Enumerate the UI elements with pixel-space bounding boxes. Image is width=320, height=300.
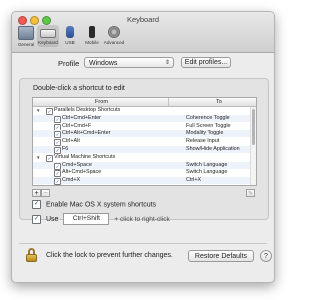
row-from: Alt+Cmd+Space [62,169,102,176]
row-from: F6 [62,146,69,152]
select-arrows-icon: ⇕ [164,60,170,66]
edit-profiles-button[interactable]: Edit profiles... [181,57,231,68]
toolbar-label: Advanced [103,40,125,45]
profile-select[interactable]: Windows ⇕ [84,57,174,68]
table-row[interactable]: ✓ Cmd+X Ctrl+X [33,177,251,185]
table-row[interactable]: ✓ Alt+Cmd+Space Switch Language [33,169,251,178]
disclosure-triangle-icon[interactable]: ▼ [36,154,40,161]
use-shortcut-row: ✓ Use Ctrl+Shift + click to right-click [32,213,170,225]
disclosure-triangle-icon[interactable]: ▼ [36,107,40,114]
pencil-icon[interactable]: ✎ [246,189,255,197]
use-shortcut-checkbox[interactable]: ✓ [32,214,41,224]
shortcuts-instructions: Double-click a shortcut to edit [33,85,125,92]
toolbar-item-advanced[interactable]: Advanced [103,25,125,47]
column-header-from[interactable]: From [95,98,108,106]
row-from: Virtual Machine Shortcuts [54,153,116,160]
toolbar-label: General [17,42,35,47]
table-row[interactable]: ✓ Ctrl+Alt Release Input [33,138,251,147]
row-to: Release Input [186,138,220,145]
toolbar-item-general[interactable]: General [15,25,37,47]
row-from: Parallels Desktop Shortcuts [54,107,121,113]
row-from: Cmd+Space [62,161,92,168]
table-row[interactable]: ✓ F6 Show/Hide Application [33,146,251,154]
row-to: Show/Hide Application [186,146,240,152]
profile-row: Profile Windows ⇕ [12,57,274,71]
window-title: Keyboard [126,15,160,24]
row-from: Ctrl+Alt+Cmd+Enter [62,130,111,137]
table-group-row[interactable]: ▼ ✓ Virtual Machine Shortcuts [33,153,251,162]
row-from: Ctrl+Cmd+F [62,122,92,129]
toolbar-label: Mobile [85,40,99,45]
add-shortcut-button[interactable]: + [32,189,41,197]
keyboard-preferences-window: Keyboard General Keyboard USB Mobile Adv… [11,11,275,283]
right-click-hint: + click to right-click [114,215,170,223]
remove-shortcut-button[interactable]: − [41,189,50,197]
table-group-row[interactable]: ▼ ✓ Parallels Desktop Shortcuts [33,107,251,115]
row-to: Switch Language [186,169,228,176]
toolbar-item-mobile[interactable]: Mobile [81,25,103,47]
toolbar-label: USB [65,40,75,45]
row-to: Switch Language [186,161,228,168]
usb-icon [66,26,74,38]
row-to: Ctrl+X [186,177,202,184]
shortcuts-table: From To ▼ ✓ Parallels Desktop Shortcuts ✓ Ct… [32,97,257,186]
table-scrollbar[interactable] [250,107,256,185]
row-from: Ctrl+Alt [62,138,80,145]
scrollbar-thumb[interactable] [252,109,255,145]
toolbar-item-usb[interactable]: USB [59,25,81,47]
row-to: Modality Toggle [186,130,224,137]
table-row[interactable]: ✓ Ctrl+Cmd+Enter Coherence Toggle [33,114,251,123]
row-to: Coherence Toggle [186,114,230,121]
toolbar-label: Keyboard [38,40,58,45]
help-button[interactable]: ? [260,250,272,262]
profile-label: Profile [58,59,80,68]
toolbar-item-keyboard[interactable]: Keyboard [37,25,59,47]
footer-divider [19,243,267,244]
general-icon [18,26,34,40]
preferences-toolbar: General Keyboard USB Mobile Advanced [15,25,125,47]
enable-system-shortcuts-label: Enable Mac OS X system shortcuts [45,201,157,209]
column-header-to[interactable]: To [216,98,222,106]
enable-system-shortcuts-row[interactable]: ✓ Enable Mac OS X system shortcuts [32,200,156,209]
column-divider [168,98,169,106]
restore-defaults-button[interactable]: Restore Defaults [188,250,254,262]
mobile-icon [89,26,95,38]
row-checkbox[interactable]: ✓ [54,178,61,185]
lock-body [26,254,37,262]
table-row[interactable]: ✓ Ctrl+Cmd+F Full Screen Toggle [33,122,251,131]
row-to: Full Screen Toggle [186,122,231,129]
keyboard-icon [40,29,56,38]
titlebar: Keyboard General Keyboard USB Mobile Adv… [12,12,274,53]
table-header: From To [33,98,256,107]
table-row[interactable]: ✓ Cmd+Space Switch Language [33,161,251,170]
lock-icon[interactable] [26,248,37,262]
lock-message: Click the lock to prevent further change… [46,252,173,259]
row-from: Ctrl+Cmd+Enter [62,114,101,121]
profile-select-value: Windows [89,60,118,67]
enable-system-shortcuts-checkbox[interactable]: ✓ [32,200,41,209]
right-click-shortcut-field[interactable]: Ctrl+Shift [63,213,110,225]
row-from: Cmd+X [62,177,81,184]
advanced-gear-icon [108,26,120,38]
table-row[interactable]: ✓ Ctrl+Alt+Cmd+Enter Modality Toggle [33,130,251,139]
use-shortcut-label: Use [45,215,59,223]
